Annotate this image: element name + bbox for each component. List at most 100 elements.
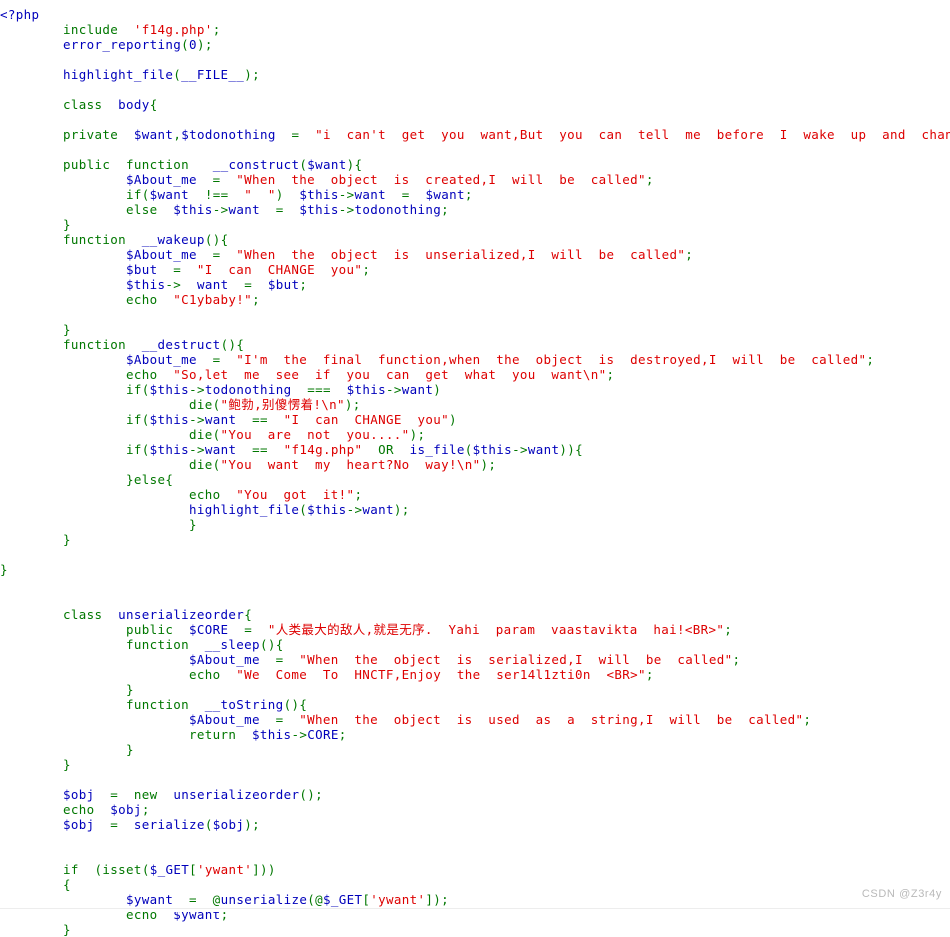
code-line: function __wakeup(){ — [0, 232, 950, 247]
code-token-keyword: ( — [213, 397, 221, 412]
code-token-default — [0, 697, 126, 712]
code-token-default — [0, 397, 189, 412]
code-token-keyword: ]) — [425, 892, 441, 907]
code-token-keyword: } — [189, 517, 197, 532]
code-token-keyword: ; — [441, 892, 449, 907]
code-token-string: "You are not you...." — [221, 427, 410, 442]
code-token-default — [0, 217, 63, 232]
code-token-keyword: function — [126, 697, 189, 712]
code-token-default — [0, 862, 63, 877]
code-token-keyword: === — [291, 382, 346, 397]
code-token-keyword: -> — [189, 382, 205, 397]
code-token-keyword: { — [299, 697, 307, 712]
code-token-keyword: { — [63, 877, 71, 892]
code-line: } — [0, 757, 950, 772]
code-line: { — [0, 877, 950, 892]
code-token-default — [0, 682, 126, 697]
code-token-keyword: = — [228, 622, 267, 637]
code-token-keyword: { — [575, 442, 583, 457]
code-line: $About_me = "When the object is used as … — [0, 712, 950, 727]
code-token-keyword: if — [126, 382, 142, 397]
code-token-default — [0, 457, 189, 472]
code-token-keyword — [189, 637, 205, 652]
code-token-keyword: -> — [347, 502, 363, 517]
code-line: die("You want my heart?No way!\n"); — [0, 457, 950, 472]
code-token-keyword: = — [197, 352, 236, 367]
code-token-keyword: if — [63, 862, 79, 877]
code-token-default: $this — [307, 502, 346, 517]
code-block[interactable]: <?php include 'f14g.php'; error_reportin… — [0, 7, 950, 937]
code-line: error_reporting(0); — [0, 37, 950, 52]
code-token-keyword: -> — [386, 382, 402, 397]
code-token-default — [0, 727, 189, 742]
code-token-keyword: () — [221, 337, 237, 352]
code-token-keyword: [ — [189, 862, 197, 877]
code-token-keyword: ; — [685, 247, 693, 262]
code-token-default — [0, 817, 63, 832]
code-token-keyword: private — [63, 127, 118, 142]
code-token-default: $want — [134, 127, 173, 142]
code-token-keyword: return — [189, 727, 236, 742]
code-token-default: $this — [150, 442, 189, 457]
code-token-default — [0, 502, 189, 517]
code-token-keyword: !== — [189, 187, 244, 202]
code-token-keyword: ; — [339, 727, 347, 742]
code-token-keyword: -> — [189, 442, 205, 457]
code-token-keyword: } — [63, 217, 71, 232]
code-token-keyword: == — [236, 442, 283, 457]
code-line: <?php — [0, 7, 950, 22]
code-line: if($this->want == "I can CHANGE you") — [0, 412, 950, 427]
code-line: $About_me = "When the object is created,… — [0, 172, 950, 187]
code-token-keyword — [118, 127, 134, 142]
code-token-keyword — [126, 232, 142, 247]
code-token-default: __sleep — [205, 637, 260, 652]
code-token-string: 'f14g.php' — [134, 22, 213, 37]
code-line: } — [0, 217, 950, 232]
code-token-keyword: = — [386, 187, 425, 202]
code-token-default — [0, 442, 126, 457]
code-token-keyword — [158, 787, 174, 802]
code-line: $obj = serialize($obj); — [0, 817, 950, 832]
code-token-default — [0, 382, 126, 397]
code-token-default: $this — [299, 202, 338, 217]
code-token-keyword: ; — [315, 787, 323, 802]
code-token-default — [0, 157, 63, 172]
code-token-string: "When the object is created,I will be ca… — [236, 172, 646, 187]
code-line — [0, 832, 950, 847]
code-token-keyword: = — [95, 787, 134, 802]
code-token-keyword — [158, 292, 174, 307]
code-token-default — [0, 37, 63, 52]
code-token-default: $want — [425, 187, 464, 202]
code-token-default: todonothing — [205, 382, 292, 397]
code-token-default — [0, 22, 63, 37]
code-token-keyword: ; — [646, 667, 654, 682]
code-token-default — [0, 427, 189, 442]
code-line: } — [0, 682, 950, 697]
code-token-default: $ywant — [126, 892, 173, 907]
code-token-keyword: () — [299, 787, 315, 802]
code-token-keyword: ; — [465, 187, 473, 202]
code-line: function __destruct(){ — [0, 337, 950, 352]
code-token-keyword: @ — [315, 892, 323, 907]
code-token-keyword: include — [63, 22, 118, 37]
code-token-keyword: if — [126, 412, 142, 427]
code-token-keyword: = — [260, 202, 299, 217]
code-token-keyword: class — [63, 607, 102, 622]
code-token-default: highlight_file — [189, 502, 299, 517]
code-token-keyword: ( — [142, 862, 150, 877]
code-token-default — [0, 367, 126, 382]
code-token-keyword: ( — [465, 442, 473, 457]
code-token-default: <?php — [0, 7, 39, 22]
code-token-default — [0, 232, 63, 247]
code-line: $About_me = "I'm the final function,when… — [0, 352, 950, 367]
code-token-keyword: )) — [559, 442, 575, 457]
code-token-default: $want — [150, 187, 189, 202]
code-token-default — [0, 472, 126, 487]
code-token-keyword: { — [150, 97, 158, 112]
code-line: } — [0, 742, 950, 757]
code-token-default: body — [118, 97, 150, 112]
code-token-keyword: ; — [488, 457, 496, 472]
code-token-default: want — [228, 202, 260, 217]
code-token-keyword: = — [158, 262, 197, 277]
code-line: public function __construct($want){ — [0, 157, 950, 172]
